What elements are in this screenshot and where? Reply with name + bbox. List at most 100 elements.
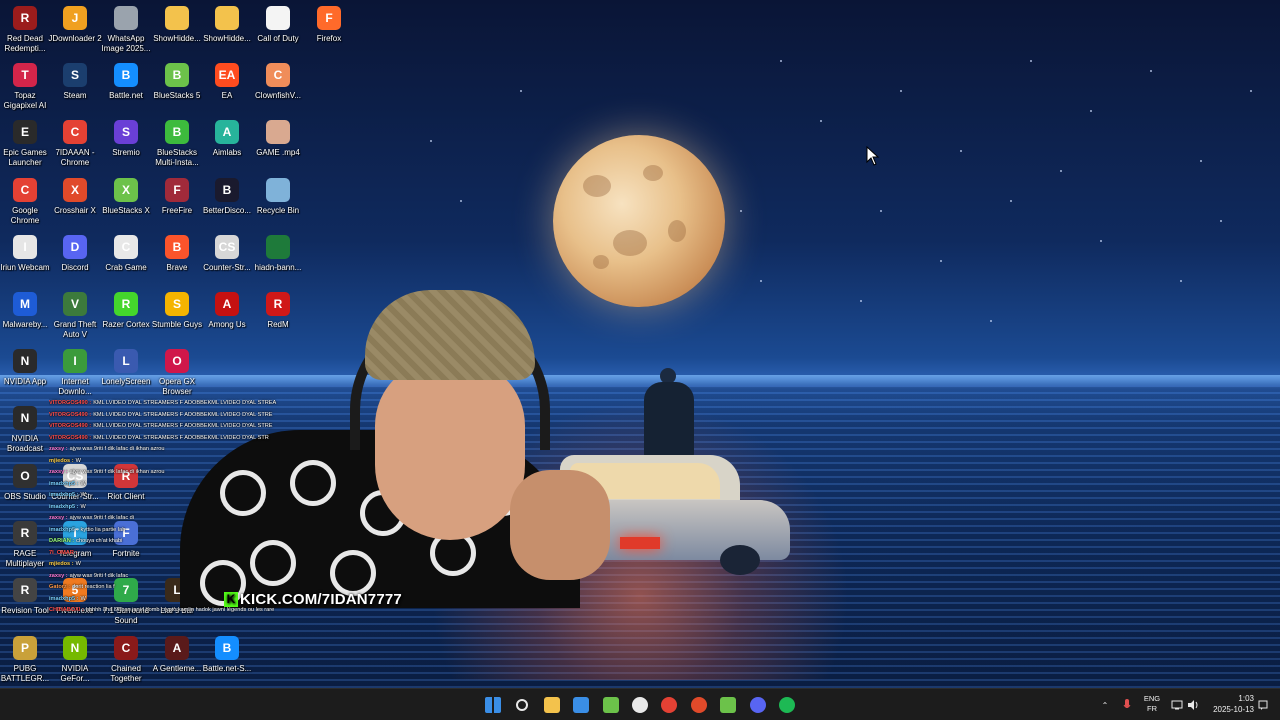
desktop-icon[interactable]: F Firefox [304,3,354,59]
desktop-icon-label: Aimlabs [212,148,242,157]
ea-icon: EA [215,63,239,87]
network-icon[interactable] [1170,689,1184,720]
notification-center-icon[interactable] [1256,689,1270,720]
chrome-taskbar-button[interactable] [657,693,681,717]
desktop-icon[interactable]: B BetterDisco... [202,175,252,231]
desktop-icon-label: Recycle Bin [256,206,300,215]
chat-username: VITORGOS490 : [49,400,92,406]
desktop-icon-label: Crab Game [105,263,147,272]
crosshair-taskbar-button[interactable] [687,693,711,717]
desktop-icon[interactable]: S Steam [50,60,100,116]
desktop-icon[interactable]: T Topaz Gigapixel AI [0,60,50,116]
freefire-icon: F [165,178,189,202]
desktop-icon[interactable]: N NVIDIA App [0,346,50,402]
show-hidden-icons-button[interactable]: ⌃ [1098,689,1112,720]
red-dead-icon: R [13,6,37,30]
desktop-icon[interactable]: S Stremio [101,117,151,173]
language-indicator[interactable]: ENG FR [1140,694,1164,714]
desktop-icon-label: 7IDAAAN - Chrome [55,148,95,167]
volume-icon[interactable] [1186,689,1200,720]
desktop-icon[interactable]: N NVIDIA GeFor... [50,633,100,689]
desktop-icon[interactable]: A A Gentleme... [152,633,202,689]
desktop-icon[interactable]: hiadn-bann... [253,232,303,288]
desktop-icon[interactable]: J JDownloader 2 [48,3,102,59]
desktop-icon[interactable]: C Crab Game [101,232,151,288]
recycle-bin-icon [266,178,290,202]
desktop-icon-label: A Gentleme... [152,664,202,673]
obs-icon [632,697,648,713]
discord-taskbar-button[interactable] [746,693,770,717]
desktop-icon[interactable]: R Red Dead Redempti... [0,3,50,59]
system-clock[interactable]: 1:03 2025-10-13 [1202,693,1254,715]
desktop-icon[interactable]: R RAGE Multiplayer [0,518,50,574]
revision-tool-icon: R [13,578,37,602]
crosshair-icon: X [63,178,87,202]
seated-figure [640,368,696,458]
desktop-icon[interactable]: E Epic Games Launcher [0,117,50,173]
desktop-icon[interactable]: C Chained Together [101,633,151,689]
search-button[interactable] [510,693,534,717]
microphone-icon[interactable] [1120,689,1134,720]
nvidia-icon: N [13,349,37,373]
desktop-icon[interactable]: Call of Duty [253,3,303,59]
desktop-icon[interactable]: B Battle.net-S... [202,633,252,689]
desktop-icon[interactable]: WhatsApp Image 2025... [101,3,151,59]
start-button[interactable] [481,693,505,717]
desktop-icon-label: hiadn-bann... [254,263,302,272]
bluestacks-x-taskbar-button[interactable] [716,693,740,717]
desktop-icon-label: GAME .mp4 [256,148,300,157]
chat-text: W [75,561,81,567]
desktop-icon[interactable]: N NVIDIA Broadcast [0,403,50,459]
desktop-icon[interactable]: ShowHidde... [202,3,252,59]
obs-icon: O [13,464,37,488]
desktop-icon[interactable]: C Google Chrome [0,175,50,231]
spotify-taskbar-button[interactable] [775,693,799,717]
desktop-icon[interactable]: O OBS Studio [0,461,50,517]
chat-message: imadxhp5 : kyttio lia partie lah [49,525,309,537]
microsoft-store-button[interactable] [569,693,593,717]
chat-username: 7I_OMAR : [49,549,78,556]
obs-taskbar-button[interactable] [628,693,652,717]
desktop-icon[interactable]: X Crosshair X [50,175,100,231]
desktop-icon[interactable]: R Revision Tool [0,575,50,631]
chat-text: W [80,480,86,487]
file-explorer-button[interactable] [540,693,564,717]
desktop-icon[interactable]: D Discord [50,232,100,288]
desktop-icon[interactable]: A Aimlabs [202,117,252,173]
betterdiscord-icon: B [215,178,239,202]
desktop-icon[interactable]: L LonelyScreen [101,346,151,402]
bluestacks-x-icon: X [114,178,138,202]
bluestacks-taskbar-button[interactable] [599,693,623,717]
desktop-icon[interactable]: X BlueStacks X [101,175,151,231]
chat-username: zaxsy : [49,515,68,521]
desktop-icon[interactable]: B BlueStacks 5 [152,60,202,116]
desktop-icon[interactable]: C 7IDAAAN - Chrome [50,117,100,173]
desktop-icon-label: Red Dead Redempti... [4,34,46,53]
desktop-icon[interactable]: I Iriun Webcam [0,232,50,288]
desktop-icon-label: WhatsApp Image 2025... [101,34,151,53]
desktop-icon[interactable]: GAME .mp4 [253,117,303,173]
desktop-icon[interactable]: B Battle.net [101,60,151,116]
battlenet-icon: B [114,63,138,87]
desktop-icon[interactable]: EA EA [202,60,252,116]
desktop-icon[interactable]: I Internet Downlo... [50,346,100,402]
desktop-icon-label: Chained Together [110,664,142,683]
desktop-icon-label: Battle.net-S... [202,664,252,673]
rage-mp-icon: R [13,521,37,545]
chat-message: VITORGOS490 : KML LVIDEO DYAL STREAMERS F… [49,433,309,445]
windows-start-icon [485,697,501,713]
desktop-icon[interactable]: B Brave [152,232,202,288]
desktop-icon-label: Brave [166,263,188,272]
desktop-icon[interactable]: CS Counter-Str... [202,232,252,288]
chat-message: zaxsy : ajyw wax 9riti f dik lafac [49,571,309,583]
desktop-icon[interactable]: P PUBG BATTLEGR... [0,633,50,689]
desktop-icon[interactable]: B BlueStacks Multi-Insta... [152,117,202,173]
desktop-icon[interactable]: ShowHidde... [152,3,202,59]
desktop-icon[interactable]: M Malwareby... [0,289,50,345]
desktop-icon[interactable]: Recycle Bin [253,175,303,231]
desktop-icon[interactable]: C ClownfishV... [253,60,303,116]
desktop-icon[interactable]: F FreeFire [152,175,202,231]
desktop-icon-label: EA [221,91,233,100]
desktop-icon[interactable]: V Grand Theft Auto V [50,289,100,345]
desktop-icon[interactable]: R Razer Cortex [101,289,151,345]
